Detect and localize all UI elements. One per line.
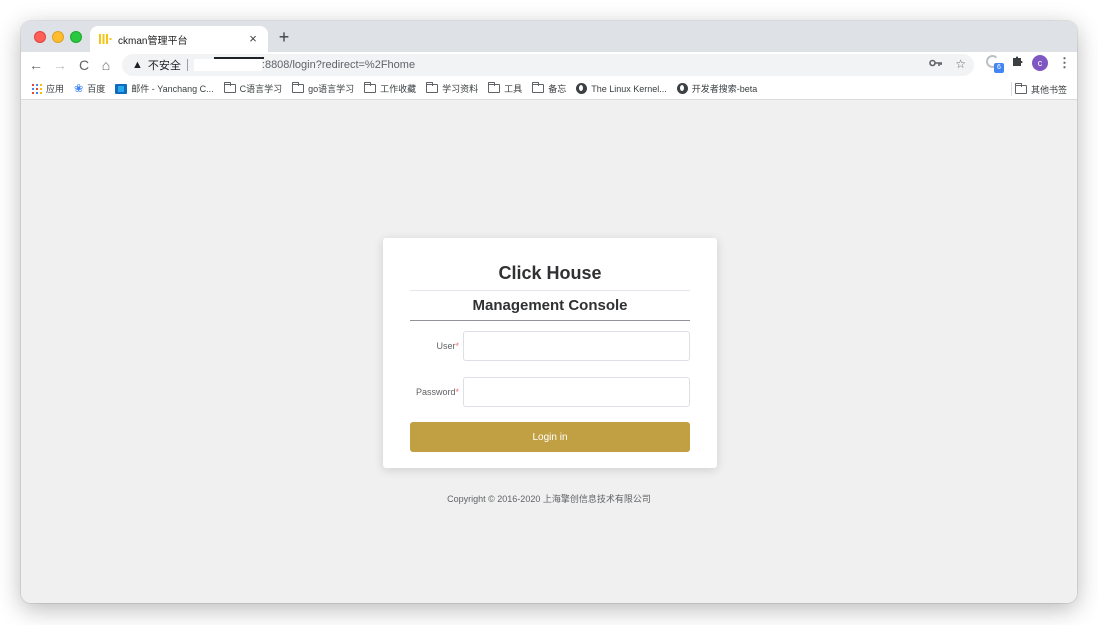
close-window-button[interactable] bbox=[34, 31, 46, 43]
tab-ckman[interactable]: ckman管理平台 × bbox=[90, 26, 268, 52]
bookmark-label: 工作收藏 bbox=[380, 84, 417, 94]
bookmark-dev-search[interactable]: 开发者搜索-beta bbox=[676, 82, 758, 95]
login-card: Click House Management Console User* Pas… bbox=[383, 238, 717, 468]
omnibox-actions: ☆ bbox=[929, 57, 966, 71]
required-mark: * bbox=[455, 387, 459, 397]
folder-icon bbox=[292, 82, 305, 93]
url-text[interactable]: :8808/login?redirect=%2Fhome bbox=[262, 59, 415, 71]
password-row: Password* bbox=[410, 377, 690, 407]
paw-icon: ❀ bbox=[74, 83, 84, 95]
omnibox-divider bbox=[186, 59, 188, 71]
bookmark-mail[interactable]: 邮件 - Yanchang C... bbox=[115, 82, 214, 95]
address-bar[interactable]: ▲ 不安全 :8808/login?redirect=%2Fhome ☆ bbox=[122, 54, 974, 76]
folder-icon bbox=[426, 82, 439, 93]
page-content: Click House Management Console User* Pas… bbox=[21, 101, 1077, 603]
extension-icon[interactable]: 6 bbox=[986, 55, 1004, 73]
login-subtitle: Management Console bbox=[472, 297, 628, 314]
bookmark-folder-go[interactable]: go语言学习 bbox=[292, 82, 354, 95]
apps-grid-icon bbox=[32, 83, 42, 94]
bookmark-label: 百度 bbox=[87, 84, 106, 94]
star-icon[interactable]: ☆ bbox=[955, 57, 966, 71]
required-mark: * bbox=[455, 341, 459, 351]
kebab-menu-icon[interactable]: ⋮ bbox=[1058, 55, 1071, 71]
password-label: Password* bbox=[415, 387, 459, 397]
other-bookmarks[interactable]: 其他书签 bbox=[1014, 78, 1067, 100]
globe-icon bbox=[576, 83, 588, 94]
bookmark-label: 工具 bbox=[504, 84, 523, 94]
home-button[interactable]: ⌂ bbox=[96, 55, 116, 75]
bookmark-apps[interactable]: 应用 bbox=[32, 82, 64, 95]
bookmark-label: 开发者搜索-beta bbox=[691, 84, 758, 94]
minimize-window-button[interactable] bbox=[52, 31, 64, 43]
login-button[interactable]: Login in bbox=[410, 422, 690, 452]
redacted-host bbox=[193, 57, 264, 71]
user-label: User* bbox=[436, 341, 459, 351]
folder-icon bbox=[532, 82, 545, 93]
globe-icon bbox=[676, 83, 688, 94]
extension-badge: 6 bbox=[994, 63, 1004, 73]
extension-grammar[interactable]: 6 bbox=[986, 55, 1004, 73]
maximize-window-button[interactable] bbox=[70, 31, 82, 43]
password-input[interactable] bbox=[463, 377, 690, 407]
login-title: Click House bbox=[498, 263, 602, 283]
browser-window: ckman管理平台 × + ← → C ⌂ ▲ 不安全 :8808/login?… bbox=[21, 21, 1077, 603]
mail-icon bbox=[115, 83, 128, 94]
bookmarks-divider bbox=[1011, 82, 1012, 96]
bookmark-folder-memo[interactable]: 备忘 bbox=[532, 82, 566, 95]
folder-icon bbox=[1014, 82, 1027, 94]
reload-button[interactable]: C bbox=[74, 55, 94, 75]
bookmark-folder-work[interactable]: 工作收藏 bbox=[364, 82, 416, 95]
puzzle-icon[interactable] bbox=[1011, 55, 1023, 70]
key-icon[interactable] bbox=[929, 57, 943, 71]
bookmark-folder-c[interactable]: C语言学习 bbox=[223, 82, 283, 95]
folder-icon bbox=[488, 82, 501, 93]
bookmark-label: 邮件 - Yanchang C... bbox=[131, 84, 214, 94]
new-tab-button[interactable]: + bbox=[274, 27, 294, 47]
bookmark-label: 应用 bbox=[46, 84, 65, 94]
bookmark-baidu[interactable]: ❀ 百度 bbox=[74, 82, 105, 95]
back-button[interactable]: ← bbox=[26, 55, 46, 75]
security-label[interactable]: 不安全 bbox=[148, 57, 181, 73]
bookmark-folder-tools[interactable]: 工具 bbox=[488, 82, 522, 95]
extensions-button[interactable] bbox=[1011, 55, 1023, 70]
bookmark-label: C语言学习 bbox=[239, 84, 283, 94]
profile-button[interactable]: c bbox=[1032, 55, 1048, 71]
avatar[interactable]: c bbox=[1032, 55, 1048, 71]
folder-icon bbox=[364, 82, 377, 93]
warning-icon[interactable]: ▲ bbox=[132, 59, 143, 71]
copyright-text: Copyright © 2016-2020 上海擎创信息技术有限公司 bbox=[447, 494, 651, 504]
menu-button[interactable]: ⋮ bbox=[1058, 55, 1071, 71]
bookmarks-bar: 应用 ❀ 百度 邮件 - Yanchang C... C语言学习 go语言学习 … bbox=[21, 78, 1077, 100]
bookmark-label: go语言学习 bbox=[308, 84, 355, 94]
bookmark-linux-kernel[interactable]: The Linux Kernel... bbox=[576, 83, 667, 94]
user-row: User* bbox=[410, 331, 690, 361]
user-input[interactable] bbox=[463, 331, 690, 361]
other-bookmarks-label: 其他书签 bbox=[1030, 84, 1067, 95]
forward-button[interactable]: → bbox=[50, 55, 70, 75]
tab-strip: ckman管理平台 × + bbox=[21, 21, 1077, 52]
tab-title: ckman管理平台 bbox=[118, 35, 188, 47]
bookmark-label: 学习资料 bbox=[442, 84, 479, 94]
browser-toolbar: ← → C ⌂ ▲ 不安全 :8808/login?redirect=%2Fho… bbox=[21, 52, 1077, 78]
bookmark-label: 备忘 bbox=[548, 84, 567, 94]
bookmark-folder-study[interactable]: 学习资料 bbox=[426, 82, 478, 95]
close-tab-icon[interactable]: × bbox=[246, 32, 260, 46]
folder-icon bbox=[223, 82, 236, 93]
favicon-icon bbox=[98, 32, 112, 46]
bookmark-label: The Linux Kernel... bbox=[591, 83, 667, 94]
title-divider bbox=[410, 290, 690, 291]
subtitle-divider bbox=[410, 320, 690, 321]
